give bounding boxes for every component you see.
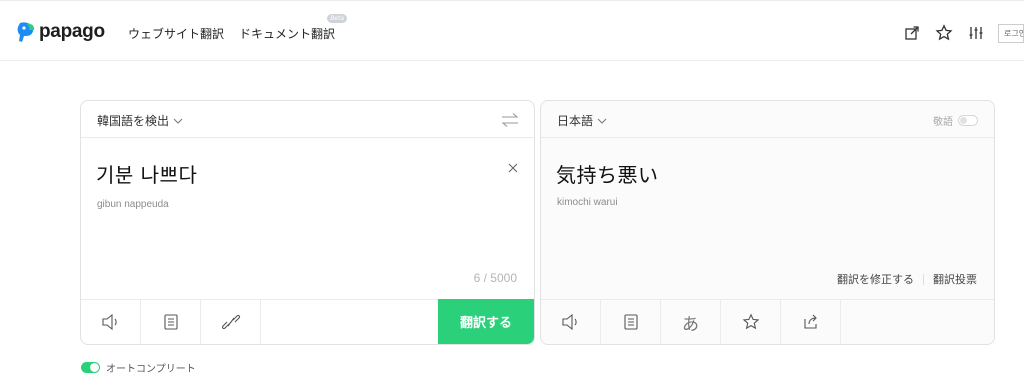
- target-panel: 日本語 敬語 気持ち悪い kimochi warui 翻訳を修正する 翻訳投票: [540, 100, 995, 345]
- character-counter: 6 / 5000: [473, 271, 517, 285]
- target-language-select[interactable]: 日本語: [557, 112, 607, 129]
- target-star-icon[interactable]: [721, 300, 781, 344]
- target-panel-header: 日本語 敬語: [541, 101, 994, 138]
- clear-text-icon[interactable]: [506, 160, 520, 174]
- source-text-input[interactable]: 기분 나쁘다: [96, 159, 197, 188]
- autocomplete-toggle[interactable]: [81, 362, 100, 373]
- swap-languages-icon[interactable]: [500, 110, 520, 130]
- papago-logo-icon: [16, 21, 36, 43]
- source-memo-icon[interactable]: [141, 300, 201, 344]
- top-nav: ウェブサイト翻訳 ドキュメント翻訳 Beta: [128, 14, 348, 42]
- autocomplete-setting: オートコンプリート: [81, 360, 196, 375]
- autocomplete-label: オートコンプリート: [106, 364, 196, 375]
- honorific-label: 敬語: [933, 117, 953, 128]
- target-share-icon[interactable]: [781, 300, 841, 344]
- kana-glyph: あ: [682, 314, 699, 335]
- logo-text: papago: [39, 21, 105, 42]
- chevron-down-icon: [597, 118, 607, 124]
- edit-translation-link[interactable]: 翻訳を修正する: [837, 271, 914, 287]
- source-pronunciation: gibun nappeuda: [97, 199, 169, 210]
- vote-translation-link[interactable]: 翻訳投票: [933, 271, 977, 287]
- translated-text: 気持ち悪い: [556, 163, 659, 187]
- target-language-label: 日本語: [557, 114, 594, 128]
- source-speaker-icon[interactable]: [81, 300, 141, 344]
- settings-sliders-icon[interactable]: [966, 23, 986, 43]
- papago-logo[interactable]: papago: [16, 21, 105, 43]
- nav-website-translate[interactable]: ウェブサイト翻訳: [128, 25, 224, 42]
- source-language-select[interactable]: 韓国語を検出: [97, 112, 183, 129]
- share-window-icon[interactable]: [902, 23, 922, 43]
- top-header: papago ウェブサイト翻訳 ドキュメント翻訳 Beta 로그인: [0, 0, 1024, 61]
- target-toolbar: あ: [541, 299, 994, 344]
- nav-document-translate[interactable]: ドキュメント翻訳 Beta: [239, 14, 348, 42]
- target-actions: 翻訳を修正する 翻訳投票: [837, 271, 977, 287]
- star-icon[interactable]: [934, 23, 954, 43]
- target-speaker-icon[interactable]: [541, 300, 601, 344]
- target-pronunciation: kimochi warui: [557, 197, 618, 208]
- honorific-toggle[interactable]: 敬語: [933, 113, 978, 128]
- divider: [923, 273, 924, 285]
- source-language-label: 韓国語を検出: [97, 114, 170, 128]
- kana-icon[interactable]: あ: [661, 300, 721, 344]
- source-link-icon[interactable]: [201, 300, 261, 344]
- target-memo-icon[interactable]: [601, 300, 661, 344]
- source-panel: 韓国語を検出 기분 나쁘다 gibun nappeuda 6 / 5000 翻訳…: [80, 100, 535, 345]
- login-button[interactable]: 로그인: [998, 23, 1024, 43]
- beta-badge: Beta: [327, 14, 348, 23]
- honorific-switch[interactable]: [958, 115, 978, 126]
- source-panel-header: 韓国語を検出: [81, 101, 534, 138]
- translate-button[interactable]: 翻訳する: [438, 299, 534, 344]
- nav-document-translate-label: ドキュメント翻訳: [239, 27, 336, 41]
- header-tools: 로그인: [890, 23, 1024, 43]
- chevron-down-icon: [173, 118, 183, 124]
